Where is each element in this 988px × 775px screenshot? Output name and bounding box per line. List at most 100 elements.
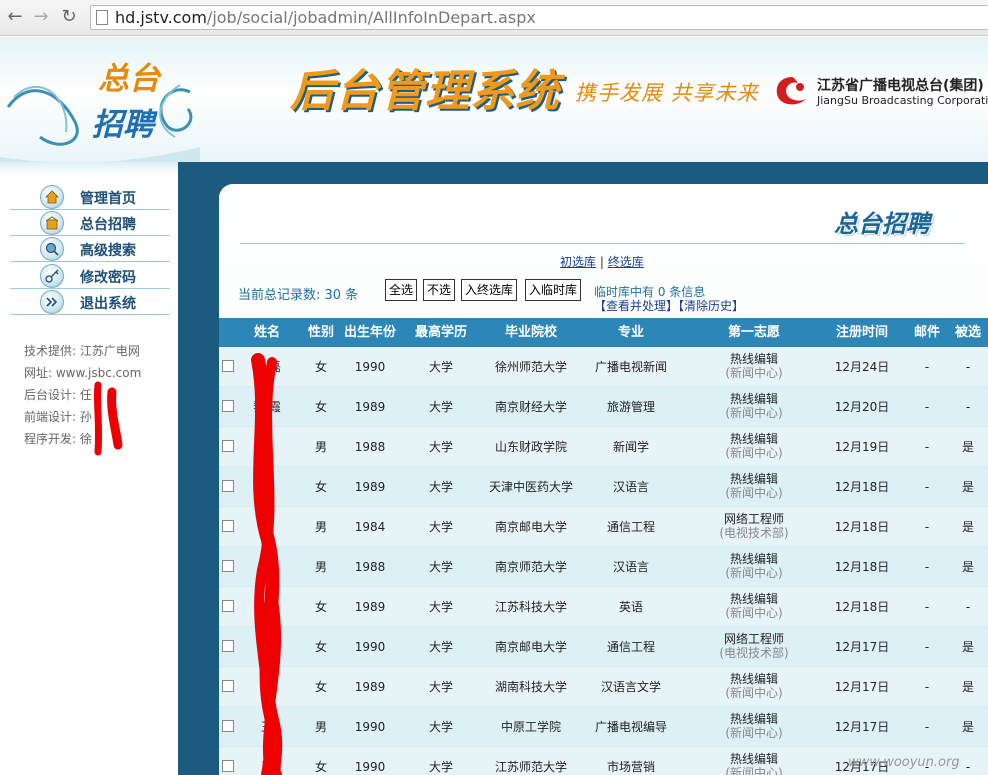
row-checkbox[interactable] (222, 560, 234, 572)
title-divider (240, 243, 965, 244)
key-icon (40, 264, 64, 288)
table-body: 欧 磊 女 1990 大学 徐州师范大学 广播电视新闻 热线编辑 (新闻中心) 1… (219, 347, 988, 775)
sidebar-item-recruit[interactable]: 总台招聘 (10, 210, 170, 236)
building-icon (40, 211, 64, 235)
cell-selected: - (965, 360, 971, 374)
sidebar-item-label: 退出系统 (80, 296, 136, 312)
cell-edu: 大学 (428, 560, 453, 574)
cell-major: 新闻学 (612, 440, 649, 454)
cell-birth: 1990 (354, 640, 386, 654)
col-gender: 性别 (307, 325, 334, 340)
sidebar-item-password[interactable]: 修改密码 (10, 263, 170, 289)
select-all-button[interactable]: 全选 (385, 279, 418, 301)
cell-mail: - (924, 680, 930, 694)
cell-edu: 大学 (428, 360, 453, 374)
cell-date: 12月19日 (834, 440, 890, 454)
temp-library-links[interactable]: 【查看并处理】【清除历史】 (594, 297, 744, 314)
credit-tech: 技术提供: 江苏广电网 (24, 344, 140, 358)
cell-selected: 是 (961, 640, 974, 654)
col-selected: 被选 (954, 325, 981, 340)
address-bar[interactable]: hd.jstv.com/job/social/jobadmin/AllInfoI… (90, 5, 988, 30)
row-checkbox[interactable] (222, 360, 234, 372)
cell-mail: - (924, 440, 930, 454)
cell-gender: 女 (314, 400, 327, 414)
cell-gender: 男 (314, 440, 327, 454)
cell-birth: 1990 (354, 720, 386, 734)
row-checkbox[interactable] (222, 400, 234, 412)
logo-text-top: 总台 (98, 61, 160, 97)
reload-icon[interactable]: ↻ (58, 6, 80, 28)
cell-birth: 1988 (354, 440, 386, 454)
cell-name: 马 (260, 600, 273, 614)
row-checkbox[interactable] (222, 600, 234, 612)
sidebar-item-home[interactable]: 管理首页 (10, 184, 170, 210)
cell-mail: - (924, 560, 930, 574)
row-checkbox[interactable] (222, 640, 234, 652)
sidebar-item-logout[interactable]: 退出系统 (10, 289, 170, 315)
table-row: 女 1989 大学 天津中医药大学 汉语言 热线编辑 (新闻中心) 12月18日 … (219, 467, 988, 507)
cell-date: 12月20日 (834, 400, 890, 414)
row-checkbox[interactable] (222, 480, 234, 492)
row-checkbox[interactable] (222, 720, 234, 732)
cell-name (239, 547, 295, 587)
cell-edu: 大学 (428, 680, 453, 694)
cell-name: 曹 (260, 520, 273, 534)
cell-selected: 是 (961, 680, 974, 694)
cell-mail: - (924, 640, 930, 654)
cell-birth: 1989 (354, 680, 386, 694)
cell-name: 王 (260, 760, 273, 774)
credits-block: 技术提供: 江苏广电网 网址: www.jsbc.com 后台设计: 任 前端设… (24, 340, 141, 450)
row-checkbox[interactable] (222, 760, 234, 772)
cell-first-choice: 网络工程师 (电视技术部) (719, 512, 789, 540)
cell-name: 张 (260, 640, 273, 654)
cell-first-choice: 网络工程师 (电视技术部) (719, 632, 789, 660)
cell-school: 江苏师范大学 (494, 760, 567, 774)
cell-first-choice: 热线编辑 (新闻中心) (725, 552, 783, 580)
browser-toolbar: ← → ↻ hd.jstv.com/job/social/jobadmin/Al… (0, 0, 988, 36)
add-final-library-button[interactable]: 入终选库 (461, 279, 518, 301)
cell-birth: 1989 (354, 400, 386, 414)
table-row: 婕 男 1988 大学 山东财政学院 新闻学 热线编辑 (新闻中心) 12月19日… (219, 427, 988, 467)
cell-edu: 大学 (428, 400, 453, 414)
sidebar-item-label: 总台招聘 (80, 217, 136, 233)
add-temp-library-button[interactable]: 入临时库 (525, 279, 582, 301)
cell-date: 12月18日 (834, 480, 890, 494)
row-checkbox[interactable] (222, 520, 234, 532)
home-icon (40, 185, 64, 209)
link-primary-library[interactable]: 初选库 (560, 255, 596, 269)
cell-first-choice: 热线编辑 (新闻中心) (725, 352, 783, 380)
cell-first-choice: 热线编辑 (新闻中心) (725, 432, 783, 460)
cell-edu: 大学 (428, 480, 453, 494)
address-url[interactable]: hd.jstv.com/job/social/jobadmin/AllInfoI… (115, 8, 536, 27)
cell-birth: 1989 (354, 600, 386, 614)
cell-gender: 女 (314, 480, 327, 494)
col-education: 最高学历 (414, 325, 467, 340)
credit-frontend: 前端设计: 孙 (24, 410, 92, 424)
cell-first-choice: 热线编辑 (新闻中心) (725, 752, 783, 775)
table-row: 欧 磊 女 1990 大学 徐州师范大学 广播电视新闻 热线编辑 (新闻中心) 1… (219, 347, 988, 387)
forward-arrow-icon[interactable]: → (30, 6, 52, 28)
back-arrow-icon[interactable]: ← (4, 6, 26, 28)
credit-site: 网址: www.jsbc.com (24, 366, 142, 380)
table-row: 男 1988 大学 南京师范大学 汉语言 热线编辑 (新闻中心) 12月18日 -… (219, 547, 988, 587)
link-final-library[interactable]: 终选库 (608, 255, 644, 269)
cell-school: 南京财经大学 (494, 400, 567, 414)
row-checkbox[interactable] (222, 440, 234, 452)
sidebar-item-label: 高级搜索 (80, 243, 136, 259)
cell-first-choice: 热线编辑 (新闻中心) (725, 712, 783, 740)
cell-selected: 是 (961, 520, 974, 534)
select-none-button[interactable]: 不选 (423, 279, 456, 301)
watermark: www.wooyun.org (848, 755, 960, 770)
cell-date: 12月24日 (834, 360, 890, 374)
link-separator: | (599, 255, 604, 269)
cell-gender: 男 (314, 720, 327, 734)
cell-birth: 1990 (354, 360, 386, 374)
cell-date: 12月17日 (834, 720, 890, 734)
cell-edu: 大学 (428, 640, 453, 654)
cell-gender: 女 (314, 360, 327, 374)
row-checkbox[interactable] (222, 680, 234, 692)
cell-major: 旅游管理 (606, 400, 655, 414)
cell-date: 12月18日 (834, 560, 890, 574)
sidebar-item-search[interactable]: 高级搜索 (10, 236, 170, 262)
cell-gender: 女 (314, 640, 327, 654)
